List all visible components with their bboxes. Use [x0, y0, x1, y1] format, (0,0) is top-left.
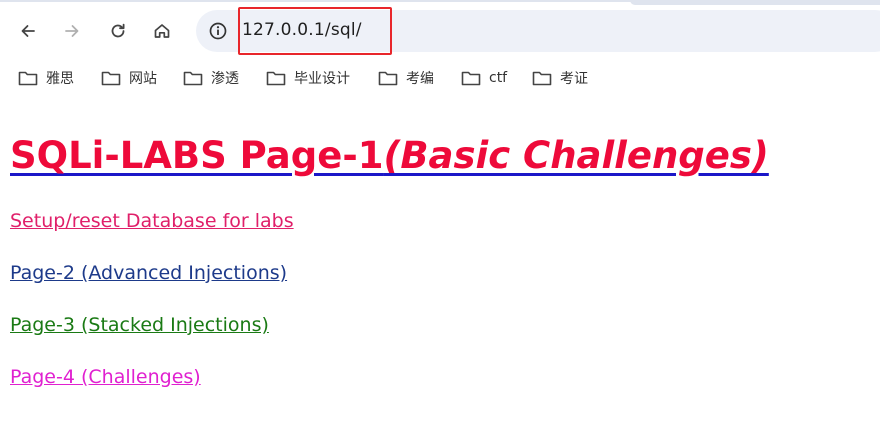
- page-2-link[interactable]: Page-2 (Advanced Injections): [10, 262, 287, 284]
- page-title-main[interactable]: SQLi-LABS Page-1: [10, 134, 383, 177]
- bookmark-label: 考编: [406, 71, 434, 87]
- bookmark-label: ctf: [489, 70, 508, 86]
- home-icon: [154, 24, 170, 38]
- bookmark-label: 渗透: [211, 71, 239, 87]
- setup-database-link[interactable]: Setup/reset Database for labs: [10, 210, 294, 232]
- tab-strip-edge: [630, 0, 880, 5]
- bookmark-folder-cert[interactable]: 考证: [532, 68, 588, 88]
- bookmark-folder-ielts[interactable]: 雅思: [18, 68, 74, 88]
- bookmark-folder-graduation[interactable]: 毕业设计: [266, 68, 350, 88]
- back-button[interactable]: [14, 17, 42, 45]
- info-icon[interactable]: [208, 21, 228, 41]
- browser-toolbar: 127.0.0.1/sql/: [0, 0, 880, 62]
- folder-icon: [101, 71, 121, 86]
- bookmark-folder-pentest[interactable]: 渗透: [183, 68, 239, 88]
- folder-icon: [461, 71, 481, 86]
- folder-icon: [532, 71, 552, 86]
- folder-icon: [266, 71, 286, 86]
- page-4-link[interactable]: Page-4 (Challenges): [10, 366, 201, 388]
- url-annotation-box: [238, 7, 392, 55]
- reload-icon: [111, 23, 125, 38]
- folder-icon: [18, 71, 38, 86]
- page-3-link[interactable]: Page-3 (Stacked Injections): [10, 314, 269, 336]
- forward-button[interactable]: [58, 17, 86, 45]
- bookmark-label: 考证: [560, 71, 588, 87]
- bookmark-label: 毕业设计: [294, 71, 350, 87]
- page-title[interactable]: SQLi-LABS Page-1(Basic Challenges): [10, 134, 769, 177]
- bookmark-label: 网站: [129, 71, 157, 87]
- bookmark-folder-ctf[interactable]: ctf: [461, 68, 507, 88]
- folder-icon: [183, 71, 203, 86]
- home-button[interactable]: [148, 17, 176, 45]
- folder-icon: [378, 71, 398, 86]
- reload-button[interactable]: [104, 17, 132, 45]
- bookmarks-bar: 雅思 网站 渗透 毕业设计 考编 ctf 考证: [0, 62, 880, 94]
- arrow-left-icon: [21, 25, 35, 37]
- arrow-right-icon: [65, 25, 79, 37]
- bookmark-folder-exam[interactable]: 考编: [378, 68, 434, 88]
- bookmark-label: 雅思: [46, 71, 74, 87]
- bookmark-folder-websites[interactable]: 网站: [101, 68, 157, 88]
- page-title-sub[interactable]: (Basic Challenges): [383, 134, 768, 177]
